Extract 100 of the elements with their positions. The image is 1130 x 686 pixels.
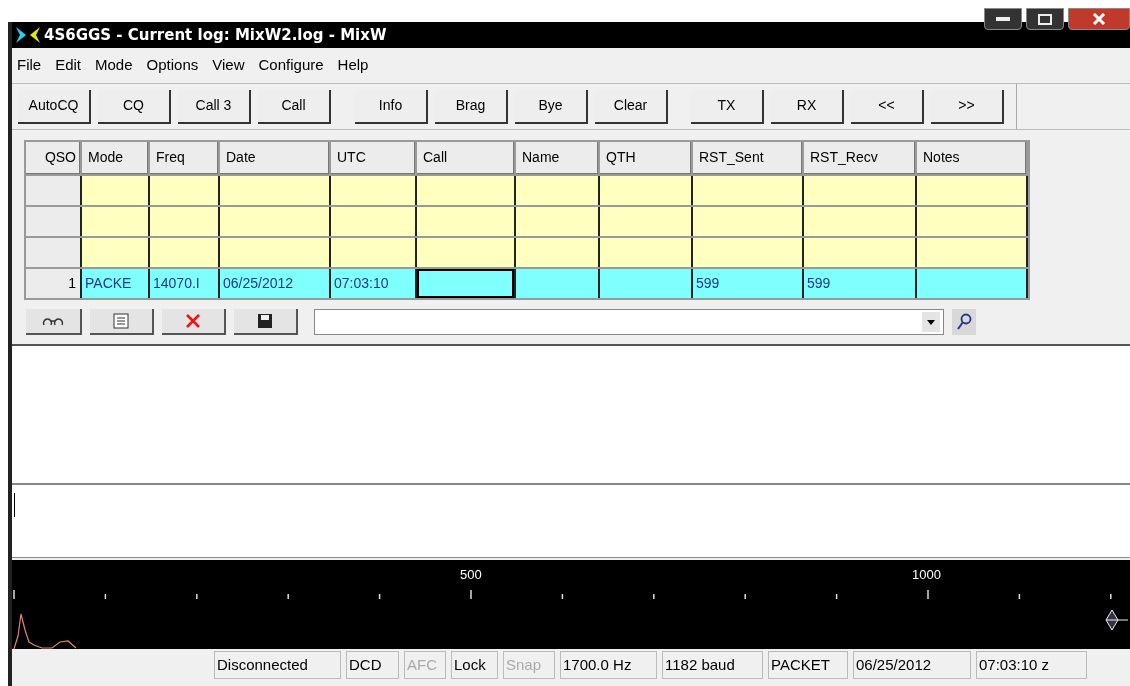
table-cell[interactable] (917, 207, 1026, 236)
macro-button[interactable]: Bye (515, 89, 588, 124)
table-cell[interactable]: 599 (693, 269, 802, 298)
notepad-icon (113, 313, 129, 329)
table-cell[interactable] (220, 238, 329, 267)
save-button[interactable] (234, 309, 298, 335)
search-icon (956, 313, 972, 331)
menu-item[interactable]: Mode (95, 54, 133, 77)
status-field: 1700.0 Hz (560, 651, 657, 679)
table-cell[interactable] (693, 238, 802, 267)
table-cell[interactable] (150, 207, 218, 236)
row-number-cell[interactable] (26, 176, 80, 205)
table-cell[interactable] (82, 207, 148, 236)
table-cell[interactable] (804, 176, 915, 205)
glasses-button[interactable] (26, 309, 82, 335)
window-title: 4S6GGS - Current log: MixW2.log - MixW (44, 24, 387, 46)
column-header[interactable]: Freq (150, 142, 218, 174)
column-header[interactable]: Call (417, 142, 514, 174)
table-cell[interactable]: 599 (804, 269, 915, 298)
macro-button[interactable]: Clear (595, 89, 668, 124)
menu-item[interactable]: Configure (258, 54, 324, 77)
table-cell[interactable] (82, 238, 148, 267)
macro-button[interactable]: CQ (98, 89, 171, 124)
column-header[interactable]: QTH (600, 142, 691, 174)
table-cell[interactable] (917, 238, 1026, 267)
maximize-button[interactable] (1026, 8, 1064, 30)
save-icon (257, 313, 273, 329)
macro-button[interactable]: Call (258, 89, 331, 124)
close-button[interactable] (1068, 8, 1130, 30)
spectrum-trace (13, 613, 77, 649)
menu-item[interactable]: Options (146, 54, 199, 77)
table-cell[interactable] (600, 176, 691, 205)
macro-button[interactable]: Brag (435, 89, 508, 124)
column-header[interactable]: QSO (26, 142, 80, 174)
status-field: Lock (451, 651, 498, 679)
table-cell[interactable] (220, 207, 329, 236)
status-field: 1182 baud (662, 651, 763, 679)
status-field: DCD (346, 651, 399, 679)
menu-item[interactable]: Edit (55, 54, 82, 77)
menu-item[interactable]: Help (337, 54, 369, 77)
menu-item[interactable]: View (212, 54, 245, 77)
search-button[interactable] (952, 309, 976, 335)
macro-button[interactable]: Call 3 (178, 89, 251, 124)
table-cell[interactable]: 06/25/2012 (220, 269, 329, 298)
transmit-text-area[interactable] (12, 484, 1130, 558)
status-field: 06/25/2012 (853, 651, 971, 679)
table-cell[interactable] (331, 238, 415, 267)
column-header[interactable]: Notes (917, 142, 1026, 174)
table-cell[interactable] (693, 176, 802, 205)
table-cell[interactable] (600, 238, 691, 267)
row-number-cell[interactable]: 1 (26, 269, 80, 298)
macro-button[interactable]: RX (771, 89, 844, 124)
macro-button[interactable]: << (851, 89, 924, 124)
table-cell[interactable] (220, 176, 329, 205)
column-header[interactable]: RST_Recv (804, 142, 915, 174)
macro-button[interactable]: >> (931, 89, 1004, 124)
macro-button[interactable]: Info (355, 89, 428, 124)
table-cell[interactable] (516, 207, 598, 236)
row-number-cell[interactable] (26, 238, 80, 267)
menu-item[interactable]: File (17, 54, 42, 77)
column-header[interactable]: Date (220, 142, 329, 174)
notepad-button[interactable] (90, 309, 154, 335)
table-cell[interactable] (417, 176, 514, 205)
status-field: 07:03:10 z (976, 651, 1087, 679)
table-cell[interactable] (516, 238, 598, 267)
table-cell[interactable]: 14070.I (150, 269, 218, 298)
macro-button[interactable]: AutoCQ (18, 89, 91, 124)
table-cell[interactable] (417, 238, 514, 267)
table-cell[interactable] (516, 269, 598, 298)
row-number-cell[interactable] (26, 207, 80, 236)
column-header[interactable]: Mode (82, 142, 148, 174)
table-cell[interactable]: PACKE (82, 269, 148, 298)
table-cell[interactable]: 07:03:10 (331, 269, 415, 298)
table-cell[interactable] (600, 269, 691, 298)
column-header[interactable]: UTC (331, 142, 415, 174)
table-cell[interactable] (417, 269, 514, 298)
table-cell[interactable] (331, 207, 415, 236)
column-header[interactable]: RST_Sent (693, 142, 802, 174)
table-cell[interactable] (804, 207, 915, 236)
minimize-icon (996, 17, 1010, 21)
search-field[interactable] (314, 309, 944, 335)
macro-button[interactable]: TX (691, 89, 764, 124)
minimize-button[interactable] (984, 8, 1022, 30)
table-cell[interactable] (600, 207, 691, 236)
table-cell[interactable] (150, 238, 218, 267)
column-header[interactable]: Name (516, 142, 598, 174)
table-cell[interactable] (150, 176, 218, 205)
table-cell[interactable] (693, 207, 802, 236)
table-cell[interactable] (82, 176, 148, 205)
table-cell[interactable] (417, 207, 514, 236)
delete-button[interactable] (162, 309, 226, 335)
table-cell[interactable] (917, 176, 1026, 205)
status-field: Disconnected (214, 651, 341, 679)
scale-label: 1000 (912, 568, 941, 581)
table-cell[interactable] (331, 176, 415, 205)
glasses-icon (42, 315, 64, 327)
maximize-icon (1038, 13, 1052, 25)
table-cell[interactable] (917, 269, 1026, 298)
table-cell[interactable] (804, 238, 915, 267)
table-cell[interactable] (516, 176, 598, 205)
